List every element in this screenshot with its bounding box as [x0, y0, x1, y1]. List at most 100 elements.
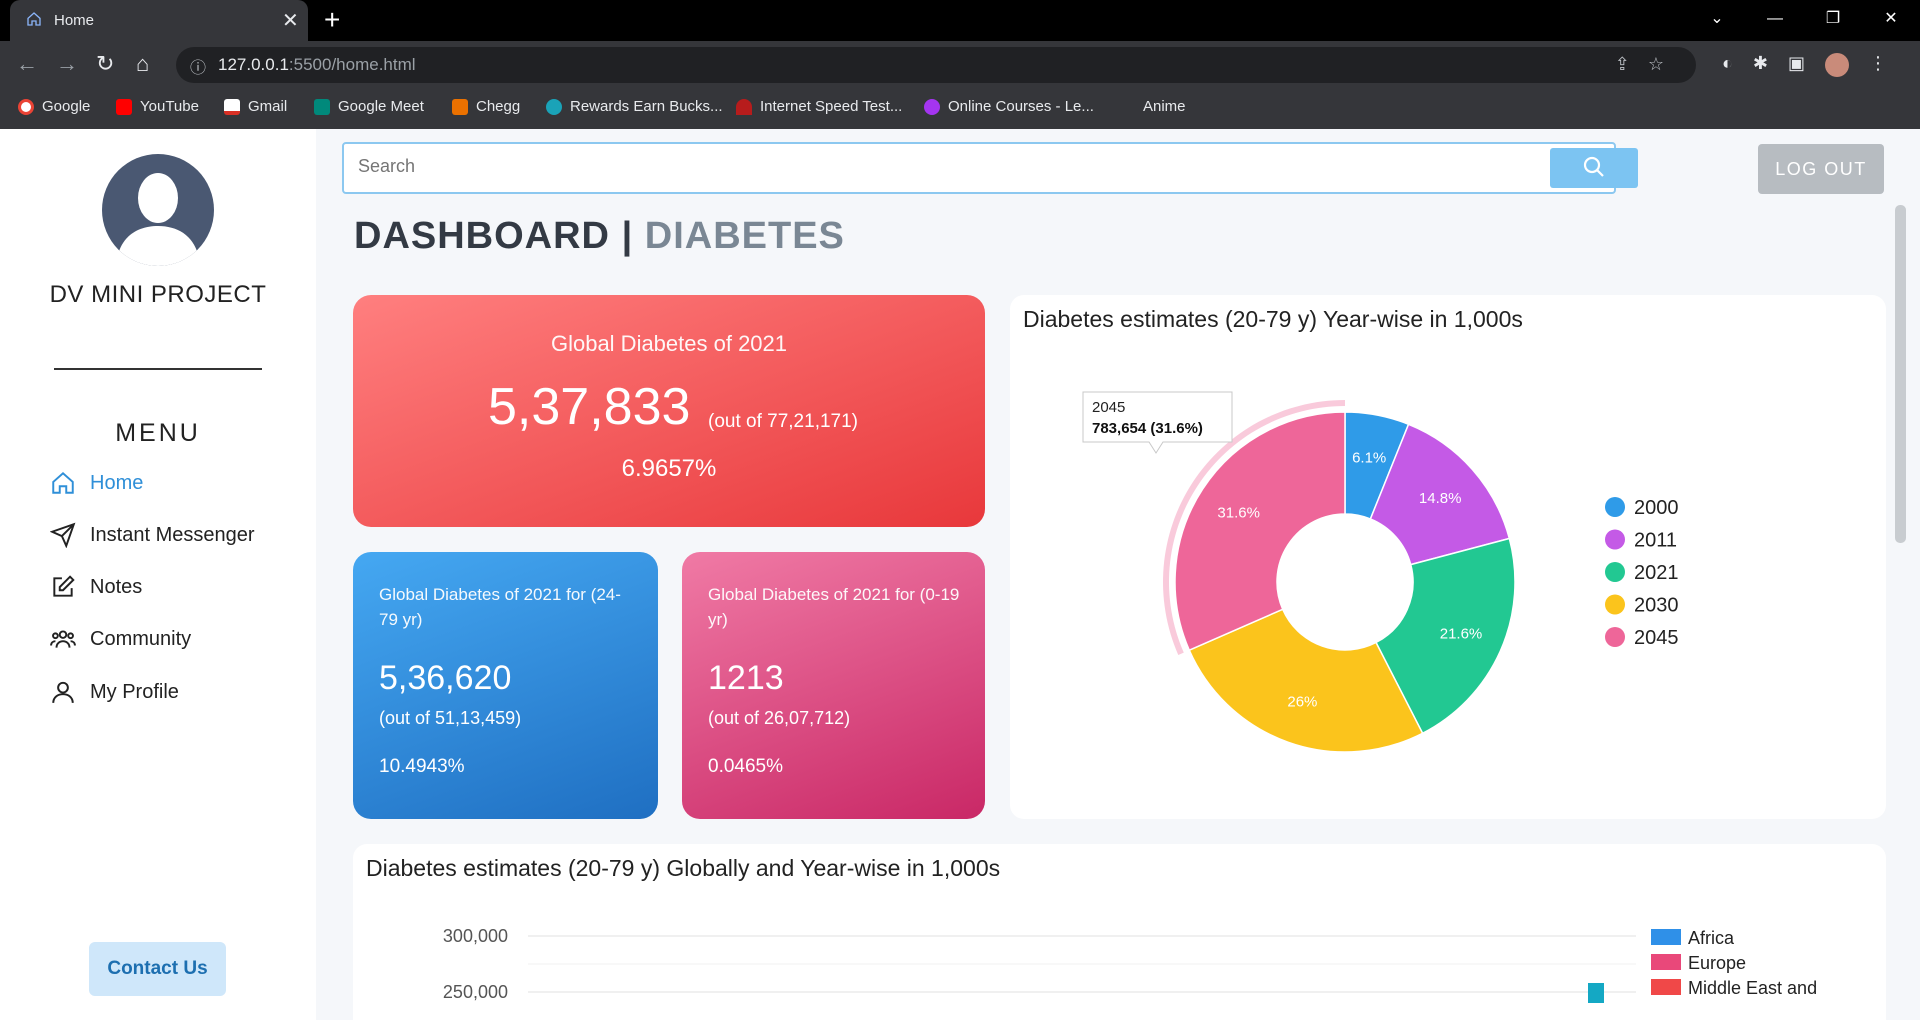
home-icon: [52, 471, 74, 494]
divider: [54, 368, 262, 370]
new-tab-icon[interactable]: +: [324, 4, 340, 36]
google-icon: [18, 98, 34, 115]
restore-icon[interactable]: ❐: [1804, 0, 1862, 41]
stat-card-out-of: (out of 51,13,459): [379, 708, 522, 728]
home-icon: [26, 11, 42, 31]
legend-marker[interactable]: [1605, 529, 1625, 550]
legend-label[interactable]: Middle East and: [1688, 978, 1817, 998]
legend-label[interactable]: 2011: [1634, 530, 1677, 552]
sidebar-item-notes[interactable]: Notes: [50, 574, 142, 600]
user-icon: [52, 681, 74, 703]
page-scrollbar[interactable]: [1895, 205, 1906, 543]
y-tick-label: 250,000: [443, 982, 508, 1002]
stat-card-title: Global Diabetes of 2021: [550, 331, 788, 356]
bar[interactable]: [1588, 983, 1604, 1003]
bookmark-google-meet[interactable]: Google Meet: [314, 98, 424, 115]
bookmark-online-courses[interactable]: Online Courses - Le...: [924, 98, 1094, 115]
bookmark-gmail[interactable]: Gmail: [224, 98, 287, 115]
legend-label[interactable]: 2000: [1634, 497, 1679, 519]
minimize-icon[interactable]: —: [1746, 0, 1804, 41]
edit-icon: [53, 575, 75, 597]
legend-swatch[interactable]: [1651, 929, 1681, 945]
address-bar[interactable]: ⓘ 127.0.0.1:5500/home.html ⇪☆: [176, 47, 1696, 83]
extension-icon[interactable]: ◐: [1722, 53, 1733, 77]
stat-card-adult: Global Diabetes of 2021 for (24-79 yr) 5…: [353, 552, 658, 819]
speedometer-icon: [736, 98, 752, 115]
browser-tab[interactable]: Home ✕: [10, 0, 308, 41]
info-icon[interactable]: ⓘ: [190, 54, 206, 78]
user-silhouette-icon: [116, 173, 200, 266]
bookmark-speed-test[interactable]: Internet Speed Test...: [736, 98, 902, 115]
sidebar-item-instant-messenger[interactable]: Instant Messenger: [50, 522, 255, 548]
search-input[interactable]: [358, 156, 1458, 177]
bookmark-youtube[interactable]: YouTube: [116, 98, 199, 115]
courses-icon: [924, 98, 940, 115]
bookmark-rewards[interactable]: Rewards Earn Bucks...: [546, 98, 723, 115]
reload-icon[interactable]: ↻: [96, 51, 114, 77]
pie-chart: 6.1% 14.8% 21.6% 26% 31.6% 2000 2011 2021 2030 20…: [1082, 391, 1679, 753]
browser-tab-bar: Home ✕ + ⌄ — ❐ ✕: [0, 0, 1920, 41]
bar-chart-title: Diabetes estimates (20-79 y) Globally an…: [366, 855, 1001, 881]
stat-card-child: Global Diabetes of 2021 for (0-19 yr) 12…: [682, 552, 985, 819]
bookmark-google[interactable]: Google: [18, 98, 90, 115]
search-icon: [1583, 156, 1604, 177]
pie-data-label: 26%: [1287, 694, 1317, 711]
legend-marker[interactable]: [1605, 497, 1625, 517]
legend-label[interactable]: 2021: [1634, 562, 1679, 584]
legend-label[interactable]: Africa: [1688, 928, 1735, 948]
sidebar-item-home[interactable]: Home: [50, 470, 143, 496]
sidebar: DV MINI PROJECT MENU Home Instant Messen…: [0, 129, 316, 1020]
stat-card-percent: 0.0465%: [708, 756, 784, 777]
close-icon[interactable]: ✕: [282, 8, 299, 33]
tooltip-value: 783,654 (31.6%): [1092, 420, 1203, 437]
bookmark-anime[interactable]: Anime: [1143, 98, 1186, 115]
pie-data-label: 21.6%: [1440, 626, 1483, 643]
bookmark-chegg[interactable]: Chegg: [452, 98, 520, 115]
meet-icon: [314, 98, 330, 115]
star-icon[interactable]: ☆: [1648, 54, 1682, 74]
chevron-down-icon[interactable]: ⌄: [1688, 0, 1746, 41]
stat-card-value: 1213: [708, 659, 784, 697]
pie-chart-panel: 6.1% 14.8% 21.6% 26% 31.6% 2000 2011 2021 2030 20…: [1010, 295, 1886, 819]
puzzle-icon[interactable]: ✱: [1753, 53, 1768, 77]
search-button[interactable]: [1550, 148, 1638, 188]
main-content: LOG OUT DASHBOARD | DIABETES Global Diab…: [316, 129, 1920, 1020]
stat-card-out-of: (out of 26,07,712): [708, 708, 851, 728]
legend-label[interactable]: 2045: [1634, 627, 1679, 649]
legend-label[interactable]: Europe: [1688, 953, 1746, 973]
profile-avatar[interactable]: [1824, 53, 1849, 77]
project-title: DV MINI PROJECT: [49, 281, 267, 308]
forward-icon[interactable]: →: [56, 51, 78, 77]
legend-marker[interactable]: [1605, 594, 1625, 615]
legend-marker[interactable]: [1605, 627, 1625, 647]
legend-swatch[interactable]: [1651, 979, 1681, 995]
youtube-icon: [116, 98, 132, 115]
stat-card-percent: 10.4943%: [379, 756, 465, 777]
window-controls: ⌄ — ❐ ✕: [1688, 0, 1920, 41]
close-window-icon[interactable]: ✕: [1862, 0, 1920, 41]
pie-slice-2045[interactable]: [1174, 411, 1346, 652]
more-menu-icon[interactable]: ⋮: [1869, 53, 1887, 77]
tab-title: Home: [54, 12, 95, 29]
pie-data-label: 14.8%: [1419, 490, 1462, 507]
legend-swatch[interactable]: [1651, 954, 1681, 970]
bar-chart-panel: 300,000 250,000 Africa Europe Middle East an…: [353, 844, 1886, 1020]
avatar: [102, 154, 214, 266]
logout-button[interactable]: LOG OUT: [1758, 144, 1884, 194]
users-icon: [50, 630, 76, 648]
legend-label[interactable]: 2030: [1634, 595, 1679, 617]
stat-card-out-of: (out of 77,21,171): [708, 411, 858, 432]
share-icon[interactable]: ⇪: [1615, 54, 1648, 74]
sidebar-item-community[interactable]: Community: [50, 626, 191, 652]
back-icon[interactable]: ←: [16, 51, 38, 77]
pie-data-label: 6.1%: [1352, 449, 1386, 466]
bookmarks-bar: Google YouTube Gmail Google Meet Chegg R…: [0, 88, 1920, 129]
sidebar-item-my-profile[interactable]: My Profile: [50, 679, 179, 705]
page-title-sub: DIABETES: [644, 215, 845, 257]
rewards-icon: [546, 98, 562, 115]
legend-marker[interactable]: [1605, 562, 1625, 582]
contact-us-button[interactable]: Contact Us: [89, 942, 226, 996]
home-button-icon[interactable]: ⌂: [136, 51, 149, 77]
side-panel-icon[interactable]: ▣: [1788, 53, 1805, 77]
search-bar: [342, 142, 1638, 194]
